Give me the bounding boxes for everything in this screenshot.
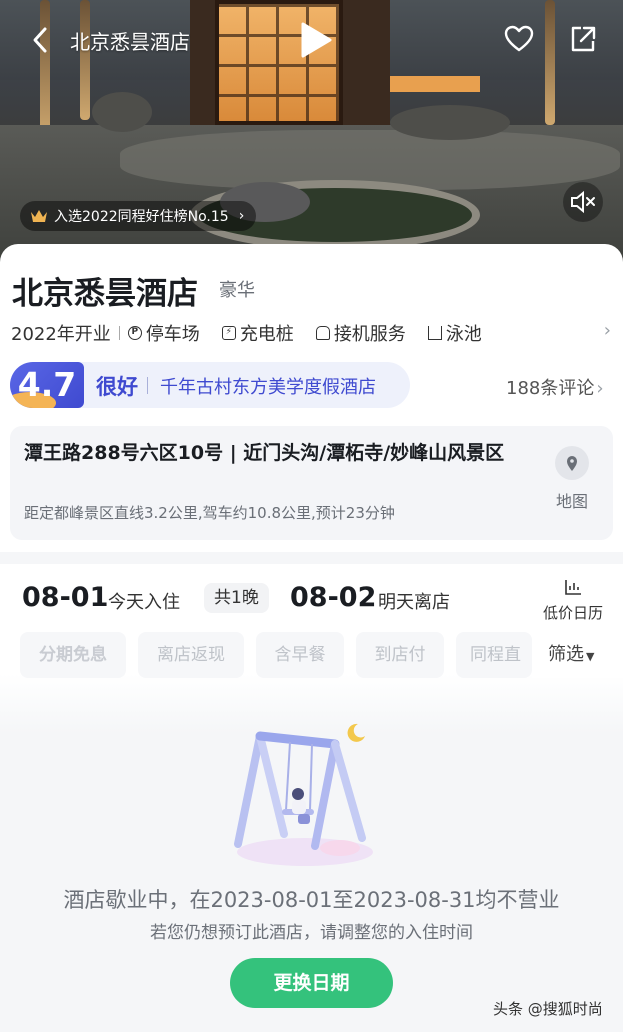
charging-icon: ⚡ xyxy=(221,326,236,340)
amenity-pool: 泳池 xyxy=(427,320,482,346)
rating-badge: 4.7 xyxy=(10,362,84,408)
filter-label: 筛选 xyxy=(548,644,584,665)
chevron-right-icon[interactable]: › xyxy=(604,320,611,341)
checkin-date[interactable]: 08-01 xyxy=(22,582,108,613)
amenity-pickup: 接机服务 xyxy=(315,320,406,346)
favorite-heart-icon[interactable] xyxy=(504,25,534,53)
hotel-info-card: 北京悉昙酒店 豪华 2022年开业 P 停车场 ⚡ 充电桩 接机服务 泳池 › … xyxy=(0,244,623,552)
caret-down-icon: ▼ xyxy=(586,650,595,663)
parking-icon: P xyxy=(127,326,142,340)
hotel-name: 北京悉昙酒店 xyxy=(12,276,198,312)
reviews-count: 188条评论 xyxy=(506,378,595,399)
reviews-link[interactable]: 188条评论 › xyxy=(506,374,604,400)
amenity-label: 接机服务 xyxy=(333,324,406,345)
amenity-parking: P 停车场 xyxy=(127,320,200,346)
amenities-row[interactable]: 2022年开业 P 停车场 ⚡ 充电桩 接机服务 泳池 › xyxy=(11,320,611,346)
filter-chip[interactable]: 同程直 xyxy=(456,632,532,678)
ranking-text: 入选2022同程好住榜No.15 xyxy=(54,209,229,225)
filter-button[interactable]: 筛选 ▼ xyxy=(532,632,623,678)
checkout-date[interactable]: 08-02 xyxy=(290,582,376,613)
filter-chip[interactable]: 分期免息 xyxy=(20,632,126,678)
address-box[interactable]: 潭王路288号六区10号 | 近门头沟/潭柘寺/妙峰山风景区 距定都峰景区直线3… xyxy=(10,426,613,540)
speaker-mute-icon xyxy=(571,190,595,214)
ranking-arrow-icon: › xyxy=(238,208,245,224)
play-icon[interactable] xyxy=(290,20,336,60)
divider xyxy=(118,326,120,340)
amenity-label: 停车场 xyxy=(145,324,200,345)
filter-chip[interactable]: 含早餐 xyxy=(256,632,344,678)
filter-chip[interactable]: 到店付 xyxy=(356,632,444,678)
car-icon xyxy=(315,326,330,340)
crown-icon xyxy=(31,210,47,222)
change-date-button[interactable]: 更换日期 xyxy=(230,958,393,1008)
amenity-opened: 2022年开业 xyxy=(11,320,111,346)
hero-rock xyxy=(92,92,152,132)
swing-illustration xyxy=(234,723,373,866)
chevron-right-icon: › xyxy=(596,378,604,399)
hero-image[interactable]: 北京悉昙酒店 入选2022同程好住榜No.15 › xyxy=(0,0,623,262)
filter-chip[interactable]: 离店返现 xyxy=(138,632,244,678)
divider xyxy=(147,377,148,394)
amenity-label: 2022年开业 xyxy=(11,324,111,345)
location-pin-icon xyxy=(555,446,589,480)
amenity-label: 充电桩 xyxy=(239,324,294,345)
price-calendar-label: 低价日历 xyxy=(542,604,603,622)
rating-score: 4.7 xyxy=(17,365,77,404)
price-calendar-icon xyxy=(565,580,581,595)
amenity-charging: ⚡ 充电桩 xyxy=(221,320,294,346)
closed-hint: 若您仍想预订此酒店，请调整您的入住时间 xyxy=(150,923,473,943)
amenity-label: 泳池 xyxy=(445,324,482,345)
distance-info: 距定都峰景区直线3.2公里,驾车约10.8公里,预计23分钟 xyxy=(24,504,395,522)
hero-rock xyxy=(390,105,510,140)
filter-chips: 分期免息 离店返现 含早餐 到店付 同程直 筛选 ▼ xyxy=(0,632,623,682)
date-selector[interactable]: 08-01 今天入住 共1晚 08-02 明天离店 低价日历 xyxy=(0,564,623,630)
back-icon[interactable] xyxy=(28,26,54,54)
hotel-address: 潭王路288号六区10号 | 近门头沟/潭柘寺/妙峰山风景区 xyxy=(24,442,505,464)
hero-title: 北京悉昙酒店 xyxy=(70,30,190,54)
checkout-label: 明天离店 xyxy=(378,592,450,613)
hotel-level: 豪华 xyxy=(219,280,255,301)
mute-button[interactable] xyxy=(563,182,603,222)
ranking-badge[interactable]: 入选2022同程好住榜No.15 › xyxy=(20,201,257,231)
price-calendar-button[interactable]: 低价日历 xyxy=(540,578,606,623)
closed-message: 酒店歇业中，在2023-08-01至2023-08-31均不营业 xyxy=(63,888,560,912)
hotel-tagline: 千年古村东方美学度假酒店 xyxy=(160,377,376,398)
checkin-label: 今天入住 xyxy=(108,592,180,613)
map-button[interactable]: 地图 xyxy=(550,446,594,512)
nights-badge: 共1晚 xyxy=(204,583,269,613)
map-label: 地图 xyxy=(555,492,588,511)
hero-window xyxy=(390,76,480,92)
watermark: 头条 @搜狐时尚 xyxy=(493,1000,603,1018)
booking-section: 08-01 今天入住 共1晚 08-02 明天离店 低价日历 分期免息 离店返现… xyxy=(0,564,623,1032)
rating-word: 很好 xyxy=(96,375,138,399)
top-bar: 北京悉昙酒店 xyxy=(0,0,623,78)
pool-icon xyxy=(427,326,442,340)
share-icon[interactable] xyxy=(568,24,598,54)
rating-bar[interactable]: 4.7 很好 千年古村东方美学度假酒店 xyxy=(10,362,410,408)
